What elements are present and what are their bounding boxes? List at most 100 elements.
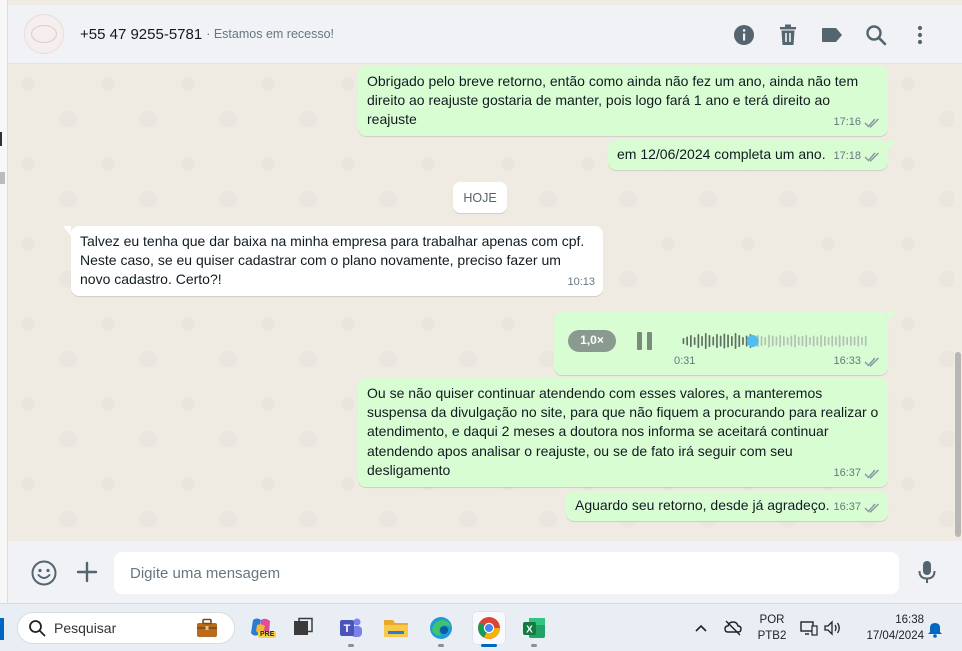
message-incoming[interactable]: Talvez eu tenha que dar baixa na minha e… [63, 226, 603, 296]
background-window-mark [0, 132, 6, 146]
running-indicator [531, 644, 537, 647]
pause-icon[interactable] [636, 331, 654, 351]
search-icon[interactable] [854, 13, 898, 57]
waveform-bar [827, 337, 830, 345]
keyboard-layout: PTB2 [757, 630, 787, 642]
volume-icon[interactable] [824, 620, 842, 636]
whatsapp-chat-window: +55 47 9255-5781 · Estamos em recesso! O… [8, 0, 962, 603]
task-view-icon[interactable] [286, 611, 320, 645]
chat-scrollbar[interactable] [954, 64, 962, 541]
waveform-bar [861, 337, 863, 345]
waveform-bar [716, 334, 718, 348]
attach-plus-icon[interactable] [74, 559, 100, 585]
waveform-bar [850, 336, 852, 346]
waveform-bar [775, 336, 778, 346]
message-outgoing[interactable]: Aguardo seu retorno, desde já agradeço. … [566, 491, 888, 521]
playback-speed-button[interactable]: 1,0× [568, 330, 616, 352]
bubble-tail [888, 140, 896, 150]
waveform-bar [783, 336, 785, 346]
clock-time: 16:38 [895, 614, 924, 626]
message-outgoing[interactable]: Obrigado pelo breve retorno, então como … [358, 66, 888, 136]
waveform-bar [690, 335, 692, 347]
message-input[interactable] [114, 552, 899, 594]
waveform-bar [708, 335, 711, 347]
playback-position-handle[interactable] [746, 335, 759, 347]
language-code: POR [759, 614, 785, 626]
search-icon [29, 620, 46, 637]
waveform-bar [864, 336, 867, 346]
waveform-bar [831, 335, 834, 347]
message-meta: 16:33 [833, 352, 880, 371]
waveform-bar [779, 335, 781, 347]
message-text: Ou se não quiser continuar atendendo com… [367, 385, 879, 478]
message-outgoing[interactable]: Ou se não quiser continuar atendendo com… [358, 378, 888, 487]
waveform-bar [835, 336, 837, 346]
voice-duration: 0:31 [674, 354, 696, 367]
message-time: 17:16 [833, 115, 861, 128]
running-indicator [438, 644, 444, 647]
waveform-bar [742, 337, 744, 345]
waveform-bar [809, 337, 811, 345]
message-time: 17:18 [833, 149, 861, 162]
waveform-bar [734, 333, 737, 349]
read-ticks-icon [864, 152, 879, 162]
waveform-bar [727, 334, 729, 348]
excel-icon[interactable]: X [517, 611, 551, 647]
message-meta: 16:37 [833, 464, 880, 483]
waveform-bar [719, 335, 722, 347]
svg-text:T: T [344, 623, 351, 635]
microphone-icon[interactable] [914, 559, 940, 585]
date-divider: HOJE [453, 182, 507, 213]
file-explorer-icon[interactable] [379, 611, 413, 645]
contact-number[interactable]: +55 47 9255-5781 [80, 26, 202, 43]
message-list[interactable]: Obrigado pelo breve retorno, então como … [8, 64, 954, 541]
waveform-bar [771, 335, 774, 347]
waveform-bar [701, 336, 703, 346]
waveform-bar [846, 337, 848, 345]
waveform-bar [693, 337, 696, 345]
input-language-indicator[interactable]: POR PTB2 [756, 612, 788, 644]
waveform-bar [816, 336, 819, 346]
waveform-bar [738, 335, 741, 347]
info-icon[interactable] [722, 13, 766, 57]
message-time: 10:13 [567, 275, 595, 288]
copilot-icon[interactable]: PRE [244, 611, 278, 645]
message-text: Talvez eu tenha que dar baixa na minha e… [80, 233, 585, 288]
message-meta: 17:18 [833, 147, 880, 166]
cloud-offline-icon[interactable] [724, 620, 742, 636]
teams-icon[interactable]: T [334, 611, 368, 647]
windows-taskbar: Pesquisar PRE T X POR PTB2 16:38 17/04/2… [0, 603, 962, 651]
message-outgoing[interactable]: em 12/06/2024 completa um ano. 17:18 [608, 140, 896, 170]
contact-avatar[interactable] [24, 14, 64, 54]
trash-icon[interactable] [766, 13, 810, 57]
waveform-bar [712, 336, 715, 346]
edge-icon[interactable] [424, 611, 458, 647]
waveform-bar [812, 335, 815, 347]
waveform-bar [857, 335, 860, 347]
voice-message[interactable]: 1,0× 0:31 16:33 [554, 312, 896, 375]
taskbar-clock[interactable]: 16:38 17/04/2024 [852, 612, 924, 644]
menu-dots-icon[interactable] [898, 13, 942, 57]
waveform-bar [838, 335, 841, 347]
emoji-icon[interactable] [30, 559, 58, 587]
audio-waveform[interactable] [682, 330, 868, 352]
message-meta: 17:16 [833, 113, 880, 132]
chat-header[interactable]: +55 47 9255-5781 · Estamos em recesso! [8, 5, 962, 64]
briefcase-icon [197, 618, 217, 637]
scrollbar-thumb[interactable] [955, 352, 961, 537]
label-icon[interactable] [810, 13, 854, 57]
notification-bell-icon[interactable] [927, 620, 943, 638]
message-meta: 10:13 [567, 273, 595, 292]
waveform-bar [794, 334, 796, 348]
start-button-edge[interactable] [0, 618, 4, 640]
avatar-logo [31, 25, 57, 43]
message-time: 16:33 [833, 354, 861, 367]
taskbar-search-box[interactable]: Pesquisar [17, 612, 235, 644]
network-icon[interactable] [800, 620, 818, 636]
waveform-bar [764, 337, 767, 345]
tray-overflow-chevron-icon[interactable] [694, 623, 708, 633]
background-window-mark [0, 172, 5, 184]
chrome-icon[interactable] [472, 611, 506, 647]
waveform-bar [842, 336, 845, 346]
active-indicator [481, 644, 497, 647]
